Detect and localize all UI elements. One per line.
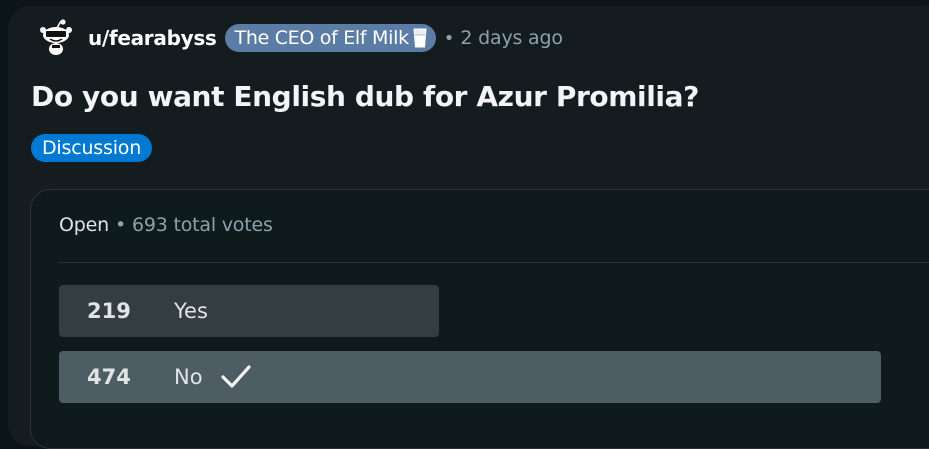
- poll-header: Open • 693 total votes: [59, 214, 273, 236]
- poll-option-count: 219: [87, 299, 131, 323]
- poll-total-votes: 693 total votes: [131, 214, 273, 236]
- poll-option-label: Yes: [174, 299, 208, 323]
- post-card[interactable]: u/fearabyss The CEO of Elf Milk • 2 days…: [8, 6, 929, 449]
- poll-container: Open • 693 total votes 219 Yes 474 No: [30, 189, 929, 449]
- poll-option-label-text: Yes: [174, 299, 208, 323]
- poll-option-label: No: [174, 362, 253, 392]
- poll-divider: [59, 262, 929, 263]
- poll-option-count: 474: [87, 365, 131, 389]
- poll-option-no[interactable]: 474 No: [59, 351, 881, 403]
- poll-option-label-text: No: [174, 365, 203, 389]
- post-meta: u/fearabyss The CEO of Elf Milk • 2 days…: [36, 18, 563, 58]
- poll-option-yes[interactable]: 219 Yes: [59, 285, 439, 337]
- post-timestamp[interactable]: 2 days ago: [460, 27, 563, 49]
- milk-glass-icon: [412, 27, 428, 49]
- user-flair-text: The CEO of Elf Milk: [234, 27, 410, 49]
- post-flair-tag[interactable]: Discussion: [31, 134, 153, 162]
- user-flair: The CEO of Elf Milk: [224, 24, 436, 52]
- checkmark-icon: [219, 362, 253, 392]
- meta-separator: •: [443, 27, 455, 49]
- post-author-link[interactable]: u/fearabyss: [88, 26, 217, 50]
- poll-status: Open: [59, 214, 109, 236]
- post-title[interactable]: Do you want English dub for Azur Promili…: [31, 80, 699, 113]
- reddit-snoo-avatar-icon[interactable]: [36, 18, 76, 58]
- poll-header-separator: •: [114, 214, 126, 236]
